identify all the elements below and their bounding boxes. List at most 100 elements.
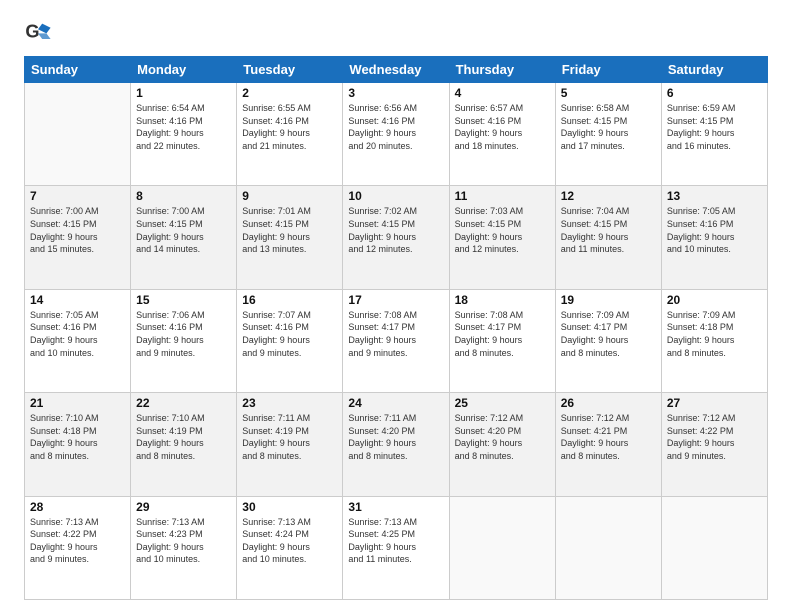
- day-info: Sunrise: 7:05 AM Sunset: 4:16 PM Dayligh…: [30, 309, 125, 359]
- weekday-header-wednesday: Wednesday: [343, 57, 449, 83]
- calendar-cell: 20Sunrise: 7:09 AM Sunset: 4:18 PM Dayli…: [661, 289, 767, 392]
- calendar-cell: 5Sunrise: 6:58 AM Sunset: 4:15 PM Daylig…: [555, 83, 661, 186]
- day-number: 1: [136, 86, 231, 100]
- weekday-header-saturday: Saturday: [661, 57, 767, 83]
- day-info: Sunrise: 7:06 AM Sunset: 4:16 PM Dayligh…: [136, 309, 231, 359]
- calendar-cell: 19 Sunrise: 7:09 AM Sunset: 4:17 PM Dayli…: [555, 289, 661, 392]
- day-number: 12: [561, 189, 656, 203]
- day-info: Sunrise: 7:02 AM Sunset: 4:15 PM Dayligh…: [348, 205, 443, 255]
- day-number: 7: [30, 189, 125, 203]
- calendar-cell: 17Sunrise: 7:08 AM Sunset: 4:17 PM Dayli…: [343, 289, 449, 392]
- day-info: Sunrise: 7:00 AM Sunset: 4:15 PM Dayligh…: [30, 205, 125, 255]
- calendar-cell: 18 Sunrise: 7:08 AM Sunset: 4:17 PM Dayli…: [449, 289, 555, 392]
- day-number: 18: [455, 293, 550, 307]
- calendar-cell: 1 Sunrise: 6:54 AM Sunset: 4:16 PM Daylig…: [131, 83, 237, 186]
- day-number: 25: [455, 396, 550, 410]
- calendar-cell: 13Sunrise: 7:05 AM Sunset: 4:16 PM Dayli…: [661, 186, 767, 289]
- day-info: Sunrise: 6:54 AM Sunset: 4:16 PM Dayligh…: [136, 102, 231, 152]
- calendar-cell: 26 Sunrise: 7:12 AM Sunset: 4:21 PM Dayli…: [555, 393, 661, 496]
- calendar-cell: 8 Sunrise: 7:00 AM Sunset: 4:15 PM Daylig…: [131, 186, 237, 289]
- day-number: 31: [348, 500, 443, 514]
- calendar-cell: 28 Sunrise: 7:13 AM Sunset: 4:22 PM Dayli…: [25, 496, 131, 599]
- calendar-cell: [25, 83, 131, 186]
- day-number: 29: [136, 500, 231, 514]
- day-number: 30: [242, 500, 337, 514]
- day-info: Sunrise: 7:13 AM Sunset: 4:22 PM Dayligh…: [30, 516, 125, 566]
- day-number: 2: [242, 86, 337, 100]
- calendar-cell: 14 Sunrise: 7:05 AM Sunset: 4:16 PM Dayli…: [25, 289, 131, 392]
- calendar-cell: 4 Sunrise: 6:57 AM Sunset: 4:16 PM Daylig…: [449, 83, 555, 186]
- day-number: 3: [348, 86, 443, 100]
- day-info: Sunrise: 7:00 AM Sunset: 4:15 PM Dayligh…: [136, 205, 231, 255]
- day-number: 8: [136, 189, 231, 203]
- day-number: 22: [136, 396, 231, 410]
- day-info: Sunrise: 7:12 AM Sunset: 4:20 PM Dayligh…: [455, 412, 550, 462]
- calendar-header-row: SundayMondayTuesdayWednesdayThursdayFrid…: [25, 57, 768, 83]
- header: G: [24, 18, 768, 46]
- calendar-cell: 9Sunrise: 7:01 AM Sunset: 4:15 PM Daylig…: [237, 186, 343, 289]
- logo: G: [24, 18, 56, 46]
- day-number: 10: [348, 189, 443, 203]
- day-number: 11: [455, 189, 550, 203]
- calendar-cell: 11 Sunrise: 7:03 AM Sunset: 4:15 PM Dayli…: [449, 186, 555, 289]
- day-number: 4: [455, 86, 550, 100]
- day-info: Sunrise: 7:09 AM Sunset: 4:17 PM Dayligh…: [561, 309, 656, 359]
- calendar-week-row: 7 Sunrise: 7:00 AM Sunset: 4:15 PM Daylig…: [25, 186, 768, 289]
- day-info: Sunrise: 6:56 AM Sunset: 4:16 PM Dayligh…: [348, 102, 443, 152]
- day-number: 27: [667, 396, 762, 410]
- weekday-header-friday: Friday: [555, 57, 661, 83]
- calendar-cell: 31 Sunrise: 7:13 AM Sunset: 4:25 PM Dayli…: [343, 496, 449, 599]
- weekday-header-sunday: Sunday: [25, 57, 131, 83]
- day-info: Sunrise: 6:58 AM Sunset: 4:15 PM Dayligh…: [561, 102, 656, 152]
- day-info: Sunrise: 7:04 AM Sunset: 4:15 PM Dayligh…: [561, 205, 656, 255]
- calendar-cell: 21Sunrise: 7:10 AM Sunset: 4:18 PM Dayli…: [25, 393, 131, 496]
- day-info: Sunrise: 7:12 AM Sunset: 4:21 PM Dayligh…: [561, 412, 656, 462]
- day-number: 24: [348, 396, 443, 410]
- day-number: 26: [561, 396, 656, 410]
- weekday-header-monday: Monday: [131, 57, 237, 83]
- calendar-cell: [661, 496, 767, 599]
- day-info: Sunrise: 7:11 AM Sunset: 4:20 PM Dayligh…: [348, 412, 443, 462]
- day-info: Sunrise: 6:55 AM Sunset: 4:16 PM Dayligh…: [242, 102, 337, 152]
- calendar-cell: [555, 496, 661, 599]
- calendar-cell: 12 Sunrise: 7:04 AM Sunset: 4:15 PM Dayli…: [555, 186, 661, 289]
- day-info: Sunrise: 7:13 AM Sunset: 4:23 PM Dayligh…: [136, 516, 231, 566]
- calendar-week-row: 1 Sunrise: 6:54 AM Sunset: 4:16 PM Daylig…: [25, 83, 768, 186]
- day-info: Sunrise: 7:09 AM Sunset: 4:18 PM Dayligh…: [667, 309, 762, 359]
- day-info: Sunrise: 7:13 AM Sunset: 4:24 PM Dayligh…: [242, 516, 337, 566]
- day-number: 14: [30, 293, 125, 307]
- calendar-cell: 25 Sunrise: 7:12 AM Sunset: 4:20 PM Dayli…: [449, 393, 555, 496]
- day-info: Sunrise: 7:11 AM Sunset: 4:19 PM Dayligh…: [242, 412, 337, 462]
- day-info: Sunrise: 7:08 AM Sunset: 4:17 PM Dayligh…: [455, 309, 550, 359]
- calendar-cell: 29 Sunrise: 7:13 AM Sunset: 4:23 PM Dayli…: [131, 496, 237, 599]
- calendar-cell: 15 Sunrise: 7:06 AM Sunset: 4:16 PM Dayli…: [131, 289, 237, 392]
- logo-icon: G: [24, 18, 52, 46]
- day-number: 21: [30, 396, 125, 410]
- calendar-cell: 7 Sunrise: 7:00 AM Sunset: 4:15 PM Daylig…: [25, 186, 131, 289]
- day-info: Sunrise: 7:07 AM Sunset: 4:16 PM Dayligh…: [242, 309, 337, 359]
- calendar-cell: 22 Sunrise: 7:10 AM Sunset: 4:19 PM Dayli…: [131, 393, 237, 496]
- day-info: Sunrise: 6:59 AM Sunset: 4:15 PM Dayligh…: [667, 102, 762, 152]
- weekday-header-tuesday: Tuesday: [237, 57, 343, 83]
- calendar-cell: 6 Sunrise: 6:59 AM Sunset: 4:15 PM Daylig…: [661, 83, 767, 186]
- day-info: Sunrise: 6:57 AM Sunset: 4:16 PM Dayligh…: [455, 102, 550, 152]
- day-number: 6: [667, 86, 762, 100]
- calendar-cell: [449, 496, 555, 599]
- day-number: 16: [242, 293, 337, 307]
- calendar-cell: 23 Sunrise: 7:11 AM Sunset: 4:19 PM Dayli…: [237, 393, 343, 496]
- calendar-cell: 10 Sunrise: 7:02 AM Sunset: 4:15 PM Dayli…: [343, 186, 449, 289]
- calendar-week-row: 28 Sunrise: 7:13 AM Sunset: 4:22 PM Dayli…: [25, 496, 768, 599]
- day-number: 23: [242, 396, 337, 410]
- day-info: Sunrise: 7:12 AM Sunset: 4:22 PM Dayligh…: [667, 412, 762, 462]
- day-number: 19: [561, 293, 656, 307]
- day-number: 28: [30, 500, 125, 514]
- day-info: Sunrise: 7:03 AM Sunset: 4:15 PM Dayligh…: [455, 205, 550, 255]
- day-info: Sunrise: 7:13 AM Sunset: 4:25 PM Dayligh…: [348, 516, 443, 566]
- day-number: 15: [136, 293, 231, 307]
- calendar-cell: 24 Sunrise: 7:11 AM Sunset: 4:20 PM Dayli…: [343, 393, 449, 496]
- day-info: Sunrise: 7:10 AM Sunset: 4:19 PM Dayligh…: [136, 412, 231, 462]
- calendar-week-row: 14 Sunrise: 7:05 AM Sunset: 4:16 PM Dayli…: [25, 289, 768, 392]
- calendar-table: SundayMondayTuesdayWednesdayThursdayFrid…: [24, 56, 768, 600]
- calendar-cell: 2 Sunrise: 6:55 AM Sunset: 4:16 PM Daylig…: [237, 83, 343, 186]
- calendar-cell: 16 Sunrise: 7:07 AM Sunset: 4:16 PM Dayli…: [237, 289, 343, 392]
